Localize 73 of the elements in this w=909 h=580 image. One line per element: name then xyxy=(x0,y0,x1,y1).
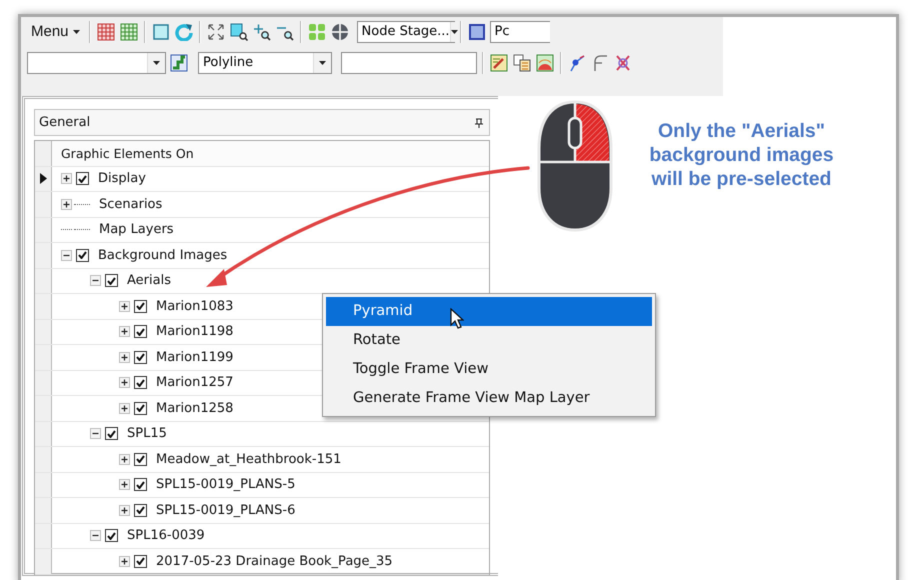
caret-icon xyxy=(153,60,160,64)
dropdown[interactable]: Pc xyxy=(490,20,550,42)
polyline-icon[interactable] xyxy=(169,52,189,74)
zoom-window-icon[interactable] xyxy=(228,20,249,42)
checkbox[interactable] xyxy=(105,274,118,288)
column-header[interactable]: Graphic Elements On xyxy=(52,141,489,166)
checkbox[interactable] xyxy=(105,529,118,542)
checkbox[interactable] xyxy=(134,350,147,364)
tree-item-label[interactable]: SPL15-0019_PLANS-6 xyxy=(156,502,296,518)
type-dropdown[interactable]: Polyline xyxy=(198,52,332,74)
checkbox[interactable] xyxy=(105,427,118,440)
collapse-icon[interactable] xyxy=(90,428,101,440)
caret-icon xyxy=(450,30,458,34)
tree-item-label[interactable]: 2017-05-23 Drainage Book_Page_35 xyxy=(156,554,393,569)
checkbox[interactable] xyxy=(134,300,147,313)
checkbox[interactable] xyxy=(76,172,89,186)
mouse-icon xyxy=(536,100,614,232)
tree-item-label[interactable]: Background Images xyxy=(98,248,228,263)
tree-item-label[interactable]: Meadow_at_Heathbrook-151 xyxy=(156,452,342,467)
expand-icon[interactable] xyxy=(119,504,130,516)
checkbox[interactable] xyxy=(134,504,147,517)
expand-icon[interactable] xyxy=(61,198,72,210)
expand-icon[interactable] xyxy=(119,326,130,338)
tree-item-label[interactable]: Marion1257 xyxy=(156,375,234,390)
panel-title: General xyxy=(39,115,90,130)
grid-icon[interactable] xyxy=(118,20,139,42)
tree-item-label[interactable]: Marion1258 xyxy=(156,400,234,416)
expand-icon[interactable] xyxy=(119,556,130,567)
tree-item-label[interactable]: SPL15-0019_PLANS-5 xyxy=(156,477,296,492)
expand-icon[interactable] xyxy=(119,454,130,465)
caret-icon xyxy=(319,60,326,64)
menu-item[interactable]: Pyramid xyxy=(326,297,652,326)
tree-item-label[interactable]: SPL15 xyxy=(127,426,167,442)
pin-icon[interactable] xyxy=(475,118,483,128)
profile-icon[interactable] xyxy=(535,52,555,74)
menu-button[interactable]: Menu xyxy=(27,20,84,42)
expand-icon[interactable] xyxy=(119,377,130,388)
collapse-icon[interactable] xyxy=(61,250,72,261)
caret-icon xyxy=(72,30,80,34)
tree-item-label[interactable]: Marion1083 xyxy=(156,298,234,314)
checkbox[interactable] xyxy=(134,402,147,415)
tree-item-label[interactable]: Marion1199 xyxy=(156,350,234,365)
expand-icon[interactable] xyxy=(119,479,130,490)
tree-item-label[interactable]: Map Layers xyxy=(99,222,174,238)
menu-item[interactable]: Rotate xyxy=(326,326,652,355)
menu-item[interactable]: Toggle Frame View xyxy=(326,355,652,384)
checkbox[interactable] xyxy=(134,325,147,338)
collapse-icon[interactable] xyxy=(90,530,101,542)
checkbox[interactable] xyxy=(134,554,147,568)
tree-item-label[interactable]: SPL16-0039 xyxy=(127,528,205,544)
checkbox[interactable] xyxy=(134,452,147,466)
copy-icon[interactable] xyxy=(512,52,532,74)
menu-item[interactable]: Generate Frame View Map Layer xyxy=(326,384,652,413)
checkbox[interactable] xyxy=(134,376,147,390)
dropdown[interactable] xyxy=(27,52,166,74)
collapse-icon[interactable] xyxy=(90,275,101,286)
tree-item-label[interactable]: Display xyxy=(98,171,146,186)
tree-item-label[interactable]: Aerials xyxy=(127,273,171,288)
tree-item-label[interactable]: Scenarios xyxy=(99,196,162,212)
table-icon[interactable] xyxy=(96,20,116,42)
cursor-icon xyxy=(450,308,464,330)
edit-icon[interactable] xyxy=(489,52,509,74)
expand-icon[interactable] xyxy=(119,300,130,312)
row-header[interactable] xyxy=(35,166,52,191)
checkbox[interactable] xyxy=(76,248,89,262)
stage-dropdown[interactable]: Node Stage... xyxy=(356,20,455,42)
expand-icon[interactable] xyxy=(119,402,130,414)
callout-text: Only the "Aerials" background images will be pre-selected xyxy=(648,120,835,192)
expand-icon[interactable] xyxy=(61,173,72,184)
checkbox[interactable] xyxy=(134,478,147,492)
expand-icon[interactable] xyxy=(119,352,130,363)
input-field[interactable] xyxy=(341,52,477,74)
tree-item-label[interactable]: Marion1198 xyxy=(156,324,234,340)
